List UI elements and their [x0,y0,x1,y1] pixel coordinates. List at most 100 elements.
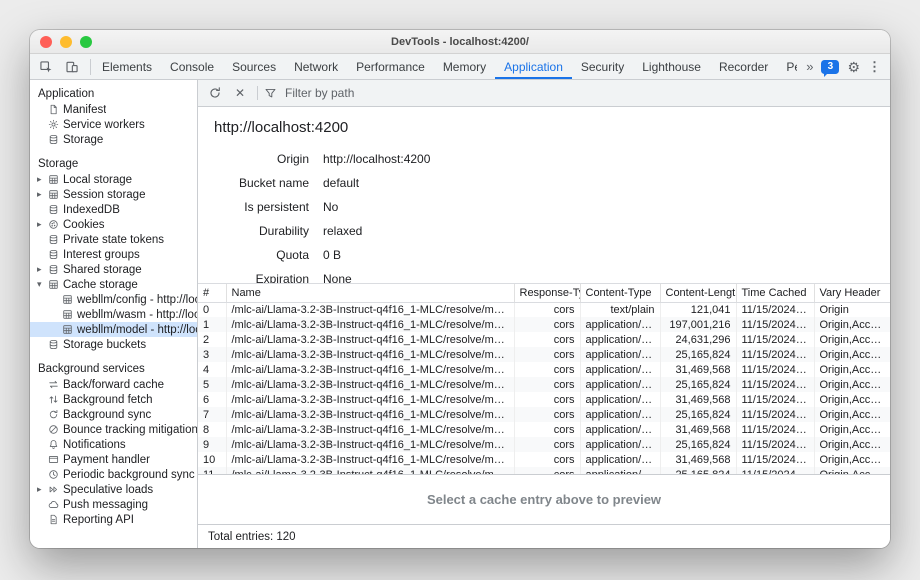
cell-time[interactable]: 11/15/2024, 10… [736,377,814,392]
cache-entry-row[interactable]: 1/mlc-ai/Llama-3.2-3B-Instruct-q4f16_1-M… [198,317,890,332]
cell-name[interactable]: /mlc-ai/Llama-3.2-3B-Instruct-q4f16_1-ML… [226,302,514,317]
sidebar-item-cache-storage[interactable]: ▾Cache storage [30,277,197,292]
sidebar-item-manifest[interactable]: Manifest [30,102,197,117]
cell-ct[interactable]: application/oc… [580,317,660,332]
cache-entry-row[interactable]: 6/mlc-ai/Llama-3.2-3B-Instruct-q4f16_1-M… [198,392,890,407]
cache-entry-row[interactable]: 0/mlc-ai/Llama-3.2-3B-Instruct-q4f16_1-M… [198,302,890,317]
cell-len[interactable]: 25,165,824 [660,467,736,475]
cell-vary[interactable]: Origin [814,302,890,317]
sidebar-item-bounce-tracking-mitigations[interactable]: Bounce tracking mitigations [30,422,197,437]
cell-time[interactable]: 11/15/2024, 10… [736,347,814,362]
cell-time[interactable]: 11/15/2024, 10… [736,317,814,332]
tab-performance[interactable]: Performance [347,54,434,79]
cell-len[interactable]: 121,041 [660,302,736,317]
cell-n[interactable]: 10 [198,452,226,467]
cell-ct[interactable]: application/oc… [580,362,660,377]
cell-n[interactable]: 6 [198,392,226,407]
sidebar-item-background-sync[interactable]: Background sync [30,407,197,422]
cell-time[interactable]: 11/15/2024, 10… [736,362,814,377]
sidebar-item-session-storage[interactable]: ▸Session storage [30,187,197,202]
zoom-button[interactable] [80,36,92,48]
chevron-right-icon[interactable]: ▸ [37,220,48,229]
sidebar-item-webllm-model-http-loc[interactable]: webllm/model - http://loc… [30,322,197,337]
cell-len[interactable]: 25,165,824 [660,377,736,392]
cell-ct[interactable]: application/oc… [580,377,660,392]
cell-vary[interactable]: Origin,Access… [814,407,890,422]
chevron-right-icon[interactable]: ▸ [37,265,48,274]
tab-memory[interactable]: Memory [434,54,495,79]
chevron-down-icon[interactable]: ▾ [37,280,48,289]
inspect-element-icon[interactable] [34,57,58,77]
cell-name[interactable]: /mlc-ai/Llama-3.2-3B-Instruct-q4f16_1-ML… [226,422,514,437]
sidebar-item-reporting-api[interactable]: Reporting API [30,512,197,527]
cell-time[interactable]: 11/15/2024, 10… [736,302,814,317]
sidebar-item-indexeddb[interactable]: IndexedDB [30,202,197,217]
cell-name[interactable]: /mlc-ai/Llama-3.2-3B-Instruct-q4f16_1-ML… [226,362,514,377]
cell-rt[interactable]: cors [514,467,580,475]
sidebar-item-speculative-loads[interactable]: ▸Speculative loads [30,482,197,497]
column-header-time-cached[interactable]: Time Cached [736,284,814,302]
cell-time[interactable]: 11/15/2024, 10… [736,422,814,437]
cache-entry-row[interactable]: 2/mlc-ai/Llama-3.2-3B-Instruct-q4f16_1-M… [198,332,890,347]
cache-entry-row[interactable]: 5/mlc-ai/Llama-3.2-3B-Instruct-q4f16_1-M… [198,377,890,392]
sidebar-item-service-workers[interactable]: Service workers [30,117,197,132]
cell-vary[interactable]: Origin,Access… [814,362,890,377]
tab-application[interactable]: Application [495,54,572,79]
cell-ct[interactable]: application/oc… [580,467,660,475]
cell-time[interactable]: 11/15/2024, 10… [736,437,814,452]
cell-rt[interactable]: cors [514,362,580,377]
cell-vary[interactable]: Origin,Access… [814,437,890,452]
sidebar-item-interest-groups[interactable]: Interest groups [30,247,197,262]
cell-name[interactable]: /mlc-ai/Llama-3.2-3B-Instruct-q4f16_1-ML… [226,332,514,347]
tab-recorder[interactable]: Recorder [710,54,777,79]
sidebar-item-background-fetch[interactable]: Background fetch [30,392,197,407]
cell-ct[interactable]: application/oc… [580,407,660,422]
refresh-icon[interactable] [204,83,226,103]
cell-n[interactable]: 2 [198,332,226,347]
cell-time[interactable]: 11/15/2024, 10… [736,452,814,467]
close-button[interactable] [40,36,52,48]
cell-len[interactable]: 197,001,216 [660,317,736,332]
cell-ct[interactable]: text/plain [580,302,660,317]
kebab-menu-icon[interactable]: ⋮ [868,60,881,73]
cell-len[interactable]: 31,469,568 [660,392,736,407]
sidebar-item-private-state-tokens[interactable]: Private state tokens [30,232,197,247]
cell-name[interactable]: /mlc-ai/Llama-3.2-3B-Instruct-q4f16_1-ML… [226,392,514,407]
cell-rt[interactable]: cors [514,317,580,332]
tab-sources[interactable]: Sources [223,54,285,79]
cell-len[interactable]: 31,469,568 [660,362,736,377]
cell-rt[interactable]: cors [514,392,580,407]
cell-name[interactable]: /mlc-ai/Llama-3.2-3B-Instruct-q4f16_1-ML… [226,347,514,362]
column-header-content-length[interactable]: Content-Length [660,284,736,302]
cell-name[interactable]: /mlc-ai/Llama-3.2-3B-Instruct-q4f16_1-ML… [226,317,514,332]
cell-time[interactable]: 11/15/2024, 10… [736,392,814,407]
column-header-[interactable]: # [198,284,226,302]
cache-entry-row[interactable]: 10/mlc-ai/Llama-3.2-3B-Instruct-q4f16_1-… [198,452,890,467]
cell-n[interactable]: 1 [198,317,226,332]
column-header-content-type[interactable]: Content-Type [580,284,660,302]
filter-by-path-input[interactable] [283,85,884,101]
column-header-name[interactable]: Name [226,284,514,302]
column-header-vary-header[interactable]: Vary Header [814,284,890,302]
cell-time[interactable]: 11/15/2024, 10… [736,407,814,422]
cell-name[interactable]: /mlc-ai/Llama-3.2-3B-Instruct-q4f16_1-ML… [226,437,514,452]
more-tabs-icon[interactable]: » [806,59,813,74]
cell-n[interactable]: 11 [198,467,226,475]
sidebar-item-push-messaging[interactable]: Push messaging [30,497,197,512]
tab-lighthouse[interactable]: Lighthouse [633,54,710,79]
cell-vary[interactable]: Origin,Access… [814,317,890,332]
tab-console[interactable]: Console [161,54,223,79]
cell-len[interactable]: 25,165,824 [660,407,736,422]
cell-n[interactable]: 8 [198,422,226,437]
chevron-right-icon[interactable]: ▸ [37,485,48,494]
cell-name[interactable]: /mlc-ai/Llama-3.2-3B-Instruct-q4f16_1-ML… [226,407,514,422]
tab-elements[interactable]: Elements [93,54,161,79]
cell-len[interactable]: 31,469,568 [660,422,736,437]
cell-n[interactable]: 4 [198,362,226,377]
cell-name[interactable]: /mlc-ai/Llama-3.2-3B-Instruct-q4f16_1-ML… [226,467,514,475]
sidebar-item-storage-buckets[interactable]: Storage buckets [30,337,197,352]
cell-n[interactable]: 0 [198,302,226,317]
cache-entry-row[interactable]: 7/mlc-ai/Llama-3.2-3B-Instruct-q4f16_1-M… [198,407,890,422]
cell-vary[interactable]: Origin,Access… [814,422,890,437]
tab-security[interactable]: Security [572,54,633,79]
